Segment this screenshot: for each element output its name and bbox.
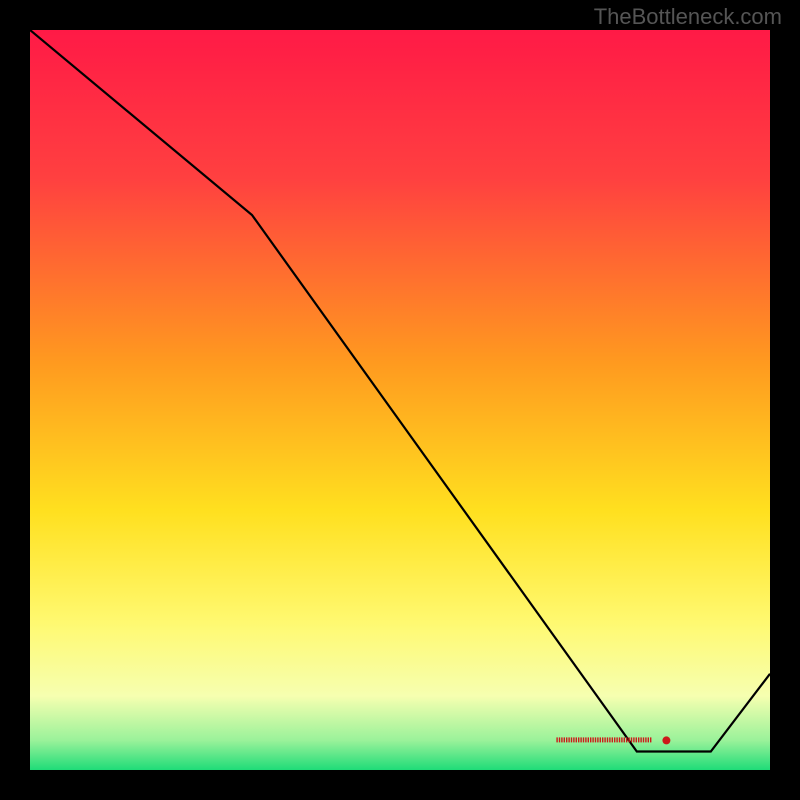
annotation-mark xyxy=(592,737,593,742)
annotation-mark xyxy=(595,737,596,742)
annotation-mark xyxy=(559,737,560,742)
gradient-background xyxy=(30,30,770,770)
annotation-mark xyxy=(643,737,644,742)
annotation-mark xyxy=(645,737,646,742)
chart-svg xyxy=(30,30,770,770)
annotation-mark xyxy=(626,737,627,742)
annotation-mark xyxy=(636,737,637,742)
annotation-mark xyxy=(580,737,581,742)
annotation-mark xyxy=(583,737,584,742)
annotation-mark xyxy=(571,737,572,742)
annotation-mark xyxy=(566,737,567,742)
annotation-mark xyxy=(568,737,569,742)
annotation-mark xyxy=(616,737,617,742)
annotation-mark xyxy=(614,737,615,742)
annotation-mark xyxy=(640,737,641,742)
annotation-mark xyxy=(621,737,622,742)
annotation-mark xyxy=(609,737,610,742)
annotation-mark xyxy=(648,737,649,742)
annotation-mark xyxy=(564,737,565,742)
annotation-mark xyxy=(588,737,589,742)
annotation-mark xyxy=(607,737,608,742)
chart-container: TheBottleneck.com xyxy=(0,0,800,800)
annotation-mark xyxy=(597,737,598,742)
annotation-mark xyxy=(556,737,557,742)
annotation-mark xyxy=(604,737,605,742)
annotation-mark xyxy=(561,737,562,742)
annotation-mark xyxy=(633,737,634,742)
optimum-point xyxy=(662,736,670,744)
annotation-mark xyxy=(600,737,601,742)
annotation-mark xyxy=(628,737,629,742)
watermark-text: TheBottleneck.com xyxy=(594,4,782,30)
annotation-mark xyxy=(612,737,613,742)
annotation-mark xyxy=(578,737,579,742)
annotation-mark xyxy=(585,737,586,742)
plot-area xyxy=(30,30,770,770)
annotation-mark xyxy=(631,737,632,742)
annotation-mark xyxy=(602,737,603,742)
annotation-mark xyxy=(590,737,591,742)
annotation-mark xyxy=(638,737,639,742)
annotation-mark xyxy=(576,737,577,742)
annotation-mark xyxy=(573,737,574,742)
annotation-mark xyxy=(624,737,625,742)
annotation-mark xyxy=(619,737,620,742)
annotation-mark xyxy=(650,737,651,742)
